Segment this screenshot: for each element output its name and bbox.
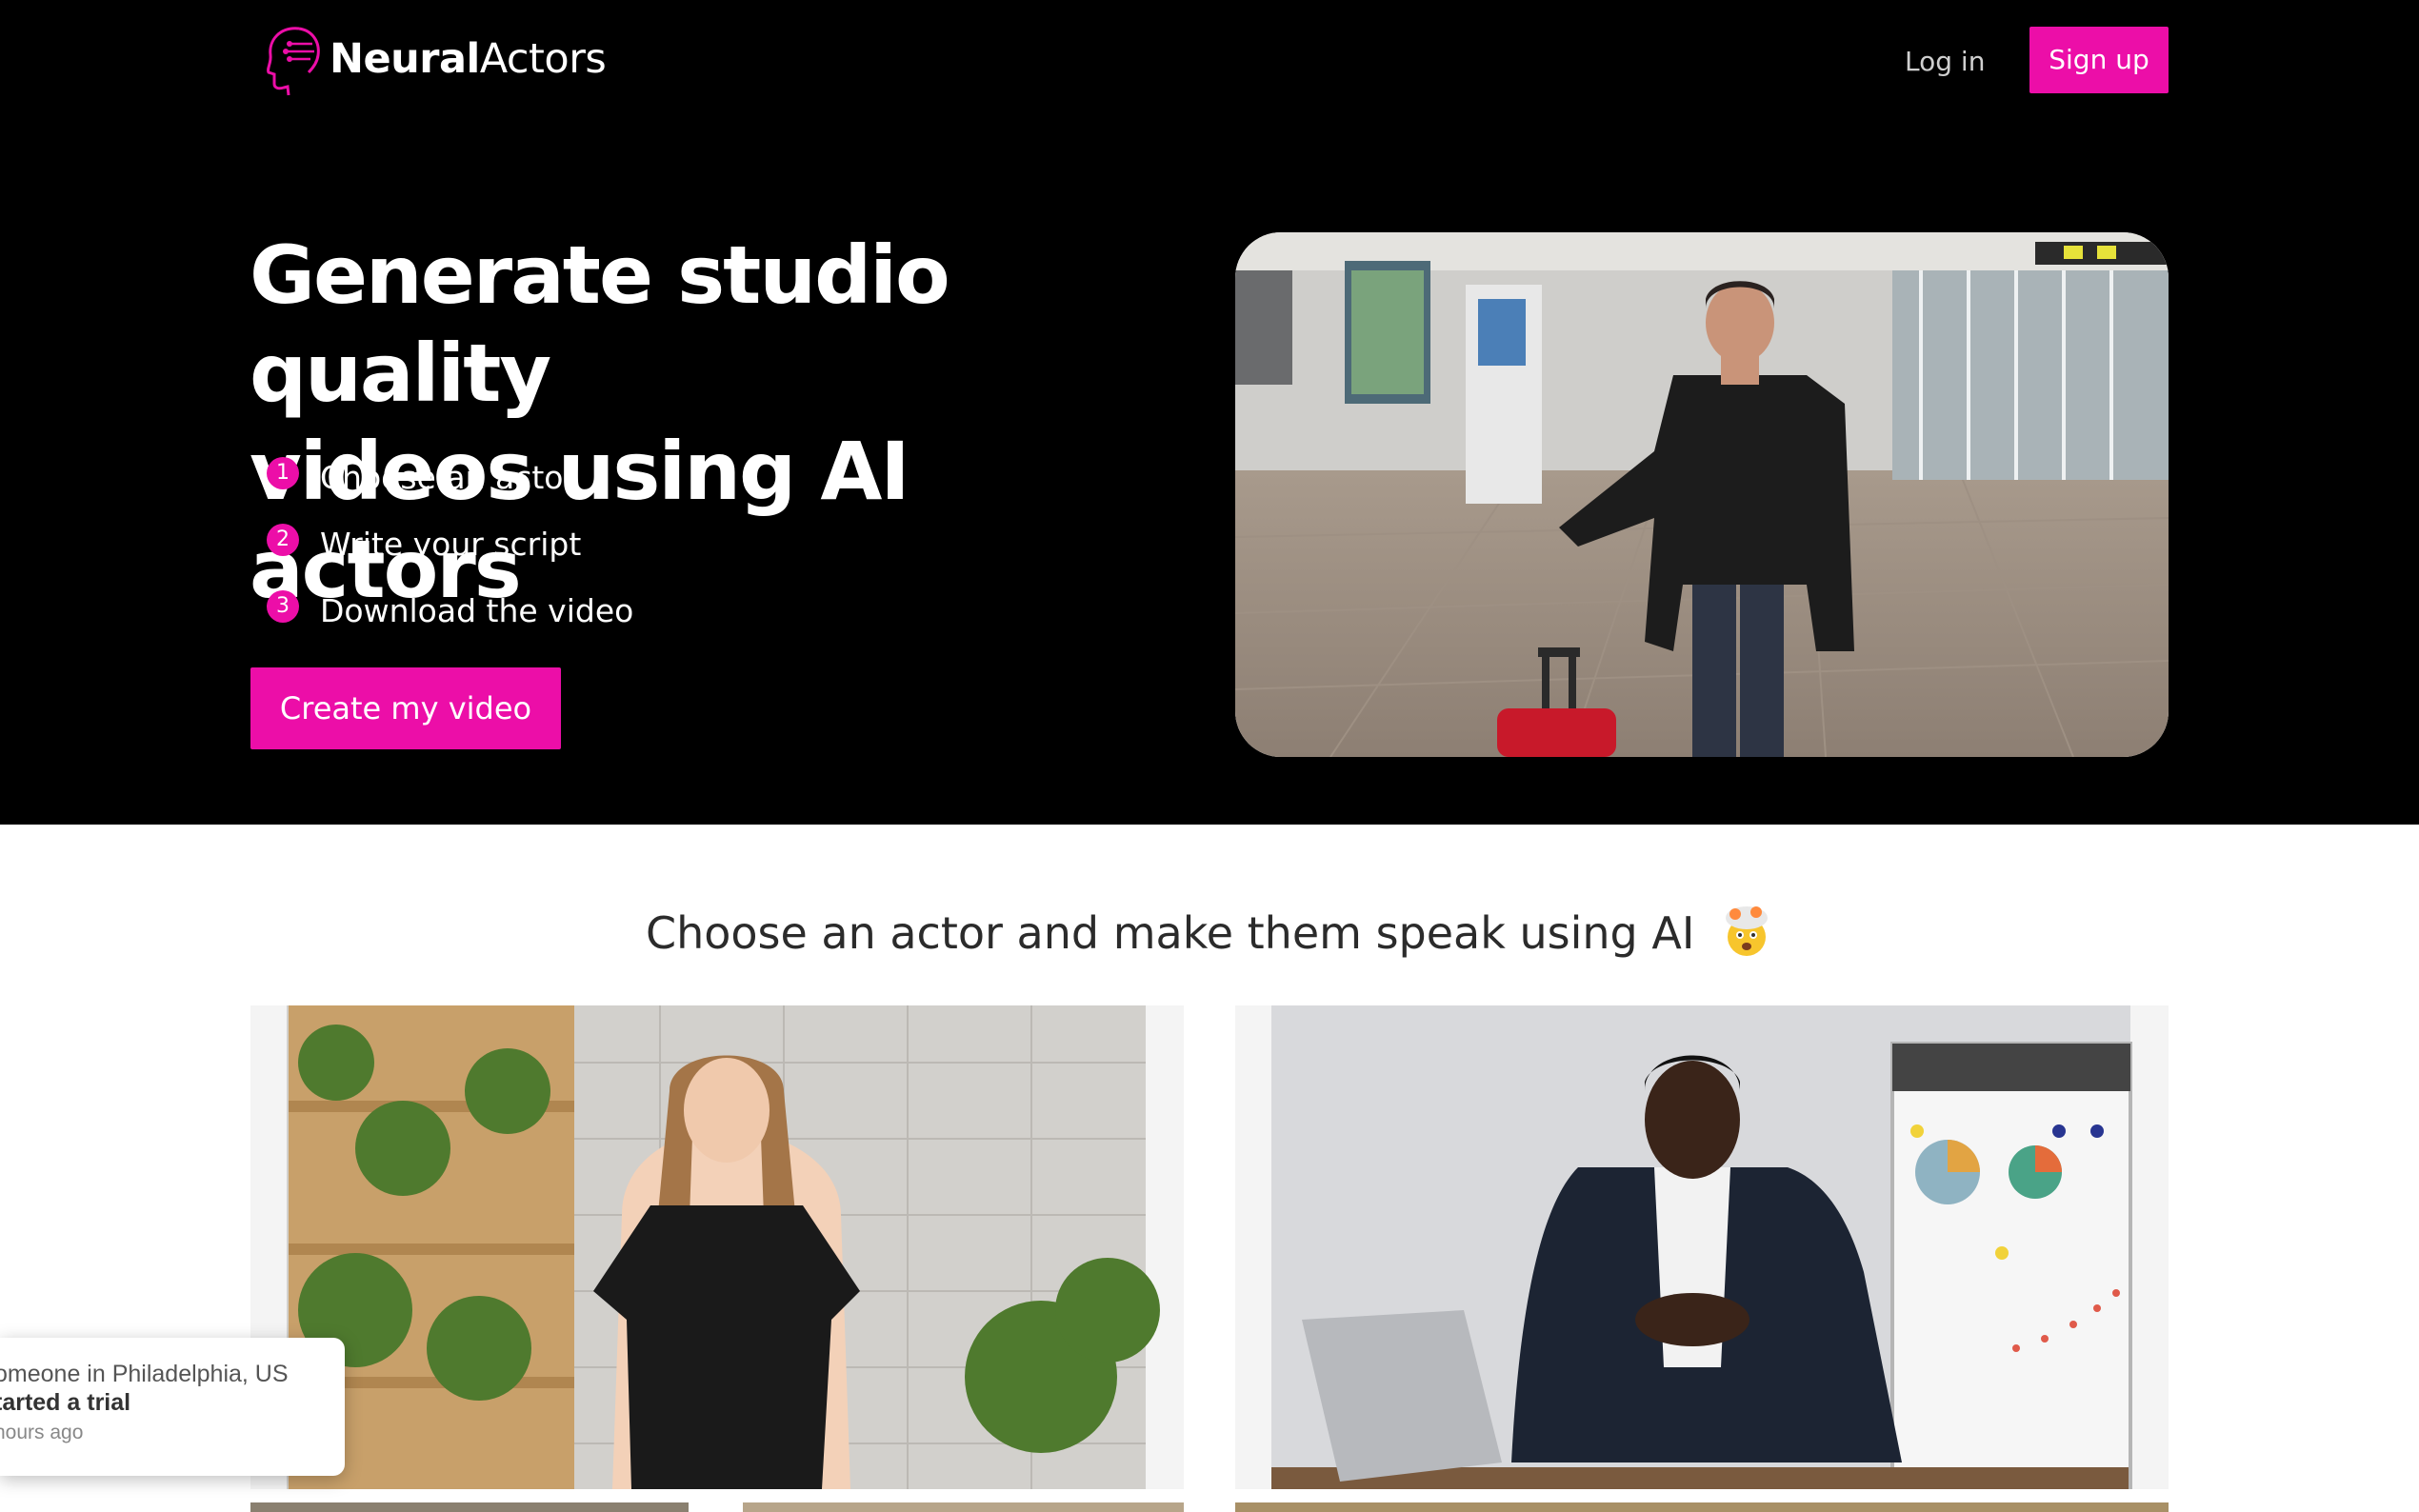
actor-video-woman — [250, 1005, 1184, 1489]
hero-video[interactable] — [1235, 232, 2169, 757]
step-item: 3 Download the video — [267, 577, 633, 644]
hero-video-frame — [1235, 232, 2169, 757]
actor-video-man — [1235, 1005, 2169, 1489]
create-video-button[interactable]: Create my video — [250, 667, 561, 749]
actor-thumbnail[interactable] — [743, 1502, 1184, 1512]
step-number-badge: 2 — [267, 524, 299, 556]
step-item: 1 Choose an actor — [267, 444, 633, 510]
actor-thumbnail[interactable] — [250, 1502, 689, 1512]
step-label: Write your script — [320, 525, 582, 563]
actor-thumbnail[interactable] — [1235, 1502, 2169, 1512]
actor-card-woman[interactable] — [250, 1005, 1184, 1489]
hero-section: NeuralActors Log in Sign up Generate stu… — [0, 0, 2419, 825]
steps-list: 1 Choose an actor 2 Write your script 3 … — [267, 444, 633, 644]
actors-section-title: Choose an actor and make them speak usin… — [0, 905, 2419, 959]
brand-name-regular: Actors — [479, 35, 607, 83]
brand-name-bold: Neural — [330, 35, 480, 83]
step-label: Download the video — [320, 591, 634, 629]
step-number-badge: 3 — [267, 590, 299, 623]
exploding-head-emoji — [1726, 906, 1769, 956]
head-circuit-icon — [267, 27, 320, 96]
headline-line-1: Generate studio quality — [250, 229, 950, 420]
step-label: Choose an actor — [320, 458, 577, 496]
actor-card-man[interactable] — [1235, 1005, 2169, 1489]
login-link[interactable]: Log in — [1905, 46, 1985, 77]
actors-section-title-text: Choose an actor and make them speak usin… — [645, 907, 1695, 959]
step-number-badge: 1 — [267, 457, 299, 489]
toast-location: omeone in Philadelphia, US — [0, 1361, 289, 1387]
toast-action: tarted a trial — [0, 1389, 131, 1416]
brand-logo[interactable]: NeuralActors — [259, 21, 607, 97]
signup-button[interactable]: Sign up — [2029, 27, 2169, 93]
social-proof-toast[interactable]: omeone in Philadelphia, US tarted a tria… — [0, 1338, 345, 1476]
step-item: 2 Write your script — [267, 510, 633, 577]
brand-name: NeuralActors — [330, 35, 607, 83]
toast-time: hours ago — [0, 1422, 84, 1443]
